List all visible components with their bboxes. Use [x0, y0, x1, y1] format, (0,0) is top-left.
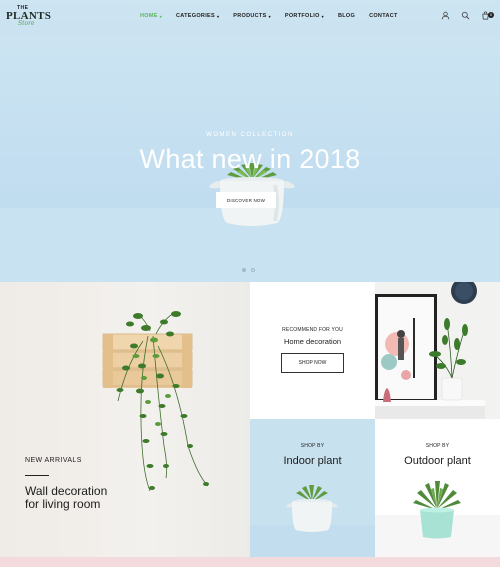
home-decor-photo-card[interactable] — [375, 282, 500, 419]
chevron-down-icon: ▾ — [321, 13, 324, 19]
discover-now-button[interactable]: DISCOVER NOW — [216, 192, 276, 208]
logo-store: Store — [18, 20, 35, 27]
new-arrivals-label: NEW ARRIVALS — [25, 457, 82, 464]
hero-title: What new in 2018 — [139, 144, 361, 174]
recommend-title: Home decoration — [283, 337, 342, 346]
search-icon[interactable] — [461, 11, 470, 20]
nav-home[interactable]: HOME ▾ — [140, 13, 162, 19]
nav-contact[interactable]: CONTACT — [369, 13, 398, 19]
hero-subtitle: WOMEN COLLECTION — [206, 132, 294, 138]
nav-contact-label: CONTACT — [369, 13, 398, 19]
cart-button[interactable]: 0 — [481, 11, 494, 20]
nav-blog-label: BLOG — [337, 13, 356, 19]
divider — [25, 475, 49, 476]
nav-portfolio-label: PORTFOLIO — [284, 13, 320, 19]
recommend-card: RECOMMEND FOR YOU Home decoration SHOP N… — [250, 282, 375, 419]
user-icon[interactable] — [441, 11, 450, 20]
indoor-plant-card[interactable]: SHOP BY Indoor plant — [250, 419, 375, 557]
indoor-pot-image — [250, 485, 375, 557]
nav-products-label: PRODUCTS — [233, 13, 267, 19]
logo[interactable]: THE PLANTS Store — [6, 5, 54, 29]
new-arrivals-card[interactable]: NEW ARRIVALS Wall decoration for living … — [0, 282, 250, 557]
chevron-down-icon: ▾ — [268, 13, 271, 19]
shop-now-button[interactable]: SHOP NOW — [281, 353, 344, 373]
nav-categories[interactable]: CATEGORIES ▾ — [176, 13, 219, 19]
site-header: THE PLANTS Store HOME ▾ CATEGORIES ▾ PRO… — [0, 0, 500, 36]
new-arrivals-title-line2: for living room — [25, 497, 101, 511]
recommend-label: RECOMMEND FOR YOU — [282, 327, 343, 333]
cart-count-badge: 0 — [488, 12, 494, 18]
nav-categories-label: CATEGORIES — [176, 13, 215, 19]
nav-products[interactable]: PRODUCTS ▾ — [233, 13, 271, 19]
hanging-plant-image — [116, 311, 209, 492]
footer-strip — [0, 557, 500, 567]
nav-portfolio[interactable]: PORTFOLIO ▾ — [285, 13, 324, 19]
outdoor-pot-image — [375, 481, 500, 557]
slider-dot-1[interactable] — [242, 268, 246, 272]
hero-banner: WOMEN COLLECTION What new in 2018 DISCOV… — [0, 0, 500, 282]
nav-home-label: HOME — [140, 13, 158, 19]
slider-dots — [242, 268, 255, 272]
chevron-down-icon: ▾ — [216, 13, 220, 19]
outdoor-plant-card[interactable]: SHOP BY Outdoor plant — [375, 419, 500, 557]
chevron-down-icon: ▾ — [159, 13, 163, 19]
nav-blog[interactable]: BLOG — [338, 13, 355, 19]
slider-dot-2[interactable] — [251, 268, 255, 272]
main-nav: HOME ▾ CATEGORIES ▾ PRODUCTS ▾ PORTFOLIO… — [140, 13, 398, 19]
header-icons: 0 — [441, 11, 494, 20]
new-arrivals-title: Wall decoration for living room — [25, 485, 185, 511]
home-decor-image — [375, 282, 500, 419]
